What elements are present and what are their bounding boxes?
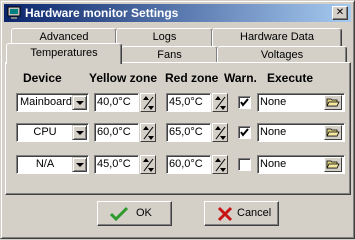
checkmark-icon [240,128,249,137]
chevron-down-icon[interactable] [72,157,87,172]
yellow-zone-spinner[interactable] [140,123,156,142]
yellow-zone-input[interactable]: 45,0°C [94,155,139,174]
device-value: CPU [33,126,57,138]
settings-window: Hardware monitor Settings ✕ Advanced Log… [0,0,355,239]
execute-input[interactable]: None [257,155,345,174]
folder-open-icon [326,160,340,169]
warn-checkbox[interactable] [238,158,251,171]
execute-input[interactable]: None [257,93,345,112]
folder-open-icon [326,128,340,137]
red-zone-value: 60,0°C [169,158,203,170]
red-zone-input[interactable]: 65,0°C [166,123,211,142]
yellow-zone-spinner[interactable] [140,155,156,174]
red-zone-input[interactable]: 60,0°C [166,155,211,174]
red-zone-value: 65,0°C [169,126,203,138]
checkmark-icon [110,206,128,222]
red-zone-spinner[interactable] [212,155,228,174]
yellow-zone-value: 60,0°C [97,126,131,138]
device-header: Device [23,71,62,85]
spin-arrows-icon [143,126,154,140]
browse-button[interactable] [324,95,342,110]
chevron-down-icon[interactable] [72,125,87,140]
execute-value: None [260,96,287,108]
execute-input[interactable]: None [257,123,345,142]
warn-checkbox[interactable] [238,96,251,109]
cancel-button[interactable]: Cancel [204,201,279,226]
spin-arrows-icon [143,158,154,172]
red-zone-header: Red zone [165,71,219,85]
tab-hardware-data[interactable]: Hardware Data [212,28,342,47]
device-select[interactable]: CPU [16,123,89,142]
red-zone-input[interactable]: 45,0°C [166,93,211,112]
cancel-label: Cancel [237,207,272,219]
spin-arrows-icon [215,126,226,140]
folder-open-icon [326,98,340,107]
yellow-zone-value: 45,0°C [97,158,131,170]
execute-value: None [260,158,287,170]
browse-button[interactable] [324,125,342,140]
tab-temperatures[interactable]: Temperatures [6,43,122,64]
spin-arrows-icon [215,96,226,110]
temperatures-panel: Device Yellow zone Red zone Warn. Execut… [5,62,351,195]
spin-arrows-icon [143,96,154,110]
checkmark-icon [240,98,249,107]
window-title: Hardware monitor Settings [25,6,179,20]
device-select[interactable]: N/A [16,155,89,174]
ok-button[interactable]: OK [97,201,172,226]
tab-logs[interactable]: Logs [116,28,213,47]
cancel-x-icon [217,206,233,222]
red-zone-spinner[interactable] [212,123,228,142]
ok-label: OK [136,207,152,219]
yellow-zone-spinner[interactable] [140,93,156,112]
device-value: N/A [35,158,55,170]
yellow-zone-value: 40,0°C [97,96,131,108]
execute-value: None [260,126,287,138]
close-button[interactable]: ✕ [332,6,348,20]
execute-header: Execute [267,71,314,85]
warn-checkbox[interactable] [238,126,251,139]
close-icon: ✕ [335,7,345,18]
red-zone-spinner[interactable] [212,93,228,112]
chevron-down-icon[interactable] [72,95,87,110]
device-value: Mainboard [20,96,72,108]
yellow-zone-header: Yellow zone [89,71,158,85]
red-zone-value: 45,0°C [169,96,203,108]
spin-arrows-icon [215,158,226,172]
yellow-zone-input[interactable]: 40,0°C [94,93,139,112]
browse-button[interactable] [324,157,342,172]
title-bar: Hardware monitor Settings ✕ [4,4,351,22]
device-select[interactable]: Mainboard [16,93,89,112]
monitor-icon [7,6,21,20]
warn-header: Warn. [224,71,257,85]
yellow-zone-input[interactable]: 60,0°C [94,123,139,142]
